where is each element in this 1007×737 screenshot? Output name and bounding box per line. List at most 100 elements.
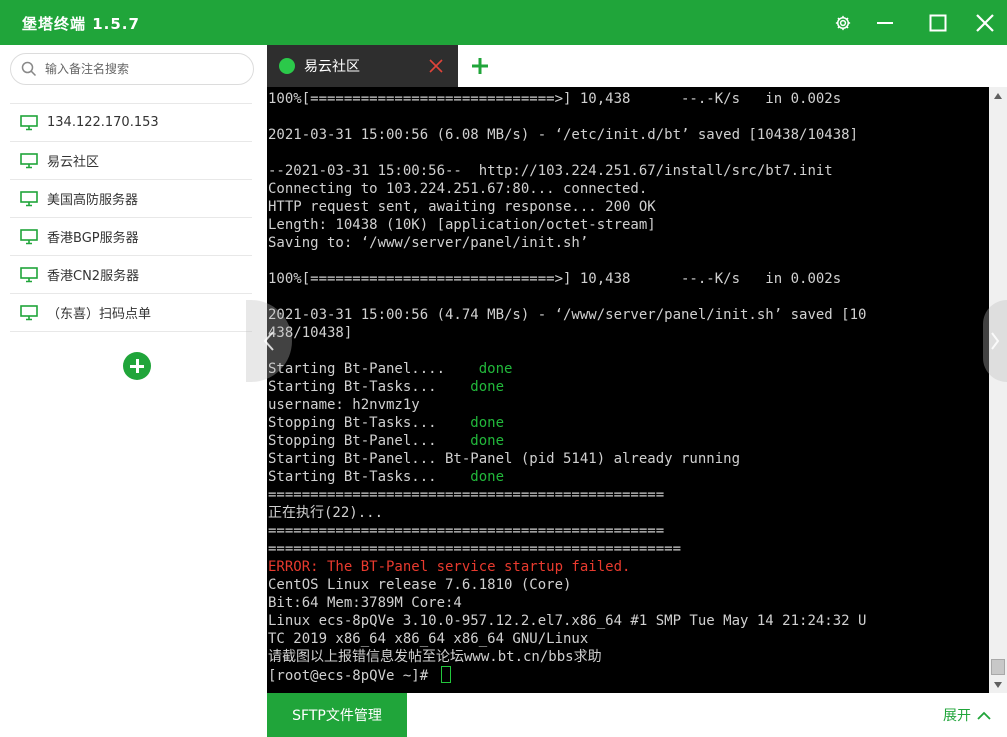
terminal-lines: 100%[=============================>] 10,… (268, 90, 866, 684)
terminal-text: ERROR: The BT-Panel service startup fail… (268, 559, 631, 575)
terminal-line: 2021-03-31 15:00:56 (4.74 MB/s) - ‘/www/… (268, 306, 866, 324)
terminal-line: --2021-03-31 15:00:56-- http://103.224.2… (268, 162, 866, 180)
terminal-text: Saving to: ‘/www/server/panel/init.sh’ (268, 235, 589, 251)
terminal-line: ERROR: The BT-Panel service startup fail… (268, 558, 866, 576)
terminal-text: Length: 10438 (10K) [application/octet-s… (268, 217, 656, 233)
terminal-text: ========================================… (268, 541, 682, 557)
connection-status-dot (279, 58, 295, 74)
server-item[interactable]: 香港CN2服务器 (10, 255, 252, 293)
chevron-up-icon (977, 711, 991, 720)
terminal-text: username: h2nvmz1y (268, 397, 420, 413)
terminal-line: Saving to: ‘/www/server/panel/init.sh’ (268, 234, 866, 252)
terminal-text: Connecting to 103.224.251.67:80... conne… (268, 181, 648, 197)
terminal-text: Starting Bt-Panel.... (268, 361, 479, 377)
terminal-line: username: h2nvmz1y (268, 396, 866, 414)
terminal-line: Starting Bt-Tasks... done (268, 378, 866, 396)
add-server-button[interactable] (123, 352, 151, 380)
monitor-icon (20, 152, 38, 168)
tab-session[interactable]: 易云社区 (267, 45, 458, 87)
terminal-text: 100%[=============================>] 10,… (268, 91, 842, 107)
maximize-icon (929, 14, 947, 31)
terminal-text: ========================================… (268, 523, 665, 539)
sidebar: 134.122.170.153 易云社区美国高防服务器香港BGP服务器香港CN2服… (0, 45, 267, 737)
terminal-line: TC 2019 x86_64 x86_64 x86_64 GNU/Linux (268, 630, 866, 648)
app-title: 堡塔终端 1.5.7 (22, 15, 140, 33)
terminal-text: Starting Bt-Tasks... (268, 379, 471, 395)
terminal-line: ========================================… (268, 522, 866, 540)
terminal-text: 正在执行(22)... (268, 505, 384, 521)
terminal-text: --2021-03-31 15:00:56-- http://103.224.2… (268, 163, 833, 179)
tab-close-icon[interactable] (429, 59, 443, 73)
terminal-line: Stopping Bt-Tasks... done (268, 414, 866, 432)
terminal-text: ========================================… (268, 487, 665, 503)
terminal-line: ========================================… (268, 486, 866, 504)
terminal-text: HTTP request sent, awaiting response... … (268, 199, 656, 215)
close-window-button[interactable] (965, 0, 1005, 45)
terminal-text: CentOS Linux release 7.6.1810 (Core) (268, 577, 572, 593)
terminal-line: 2021-03-31 15:00:56 (6.08 MB/s) - ‘/etc/… (268, 126, 866, 144)
expand-button[interactable]: 展开 (943, 693, 991, 737)
settings-button[interactable] (823, 0, 863, 45)
maximize-button[interactable] (918, 0, 958, 45)
server-item[interactable]: 香港BGP服务器 (10, 217, 252, 255)
terminal-line: ========================================… (268, 540, 866, 558)
terminal-line: CentOS Linux release 7.6.1810 (Core) (268, 576, 866, 594)
title-bar: 堡塔终端 1.5.7 (0, 0, 1007, 45)
chevron-up-icon (994, 92, 1002, 99)
search-input[interactable] (43, 61, 237, 77)
server-item[interactable]: （东喜）扫码点单 (10, 293, 252, 332)
terminal-line: Bit:64 Mem:3789M Core:4 (268, 594, 866, 612)
server-item[interactable]: 134.122.170.153 (10, 103, 252, 141)
terminal-line: HTTP request sent, awaiting response... … (268, 198, 866, 216)
server-list: 134.122.170.153 易云社区美国高防服务器香港BGP服务器 香港CN2服… (10, 103, 252, 332)
terminal-text: done (470, 415, 505, 431)
terminal-line: Linux ecs-8pQVe 3.10.0-957.12.2.el7.x86_… (268, 612, 866, 630)
terminal-line: Stopping Bt-Panel... done (268, 432, 866, 450)
minimize-button[interactable] (865, 0, 905, 45)
terminal-line: 438/10438] (268, 324, 866, 342)
chevron-right-icon (991, 332, 1000, 350)
minimize-icon (877, 21, 893, 24)
server-item-label: （东喜）扫码点单 (47, 307, 152, 322)
server-item-label: 易云社区 (47, 155, 100, 170)
terminal-text: [root@ecs-8pQVe ~]# (268, 668, 437, 684)
terminal-line: 100%[=============================>] 10,… (268, 270, 866, 288)
terminal-text: Linux ecs-8pQVe 3.10.0-957.12.2.el7.x86_… (268, 613, 867, 629)
bottom-bar: SFTP文件管理 展开 (267, 693, 1007, 737)
chevron-down-icon (994, 681, 1002, 688)
terminal-text: Bit:64 Mem:3789M Core:4 (268, 595, 462, 611)
next-arrow-button[interactable] (983, 300, 1007, 382)
scroll-up-button[interactable] (989, 87, 1007, 104)
terminal-text: 2021-03-31 15:00:56 (4.74 MB/s) - ‘/www/… (268, 307, 867, 323)
terminal-text: Stopping Bt-Tasks... (268, 415, 471, 431)
server-item-label: 美国高防服务器 (47, 193, 139, 208)
terminal-line: 正在执行(22)... (268, 504, 866, 522)
server-item[interactable]: 美国高防服务器 (10, 179, 252, 217)
terminal-text: 2021-03-31 15:00:56 (6.08 MB/s) - ‘/etc/… (268, 127, 859, 143)
terminal-line: Starting Bt-Panel... Bt-Panel (pid 5141)… (268, 450, 866, 468)
server-item[interactable]: 易云社区 (10, 141, 252, 179)
new-tab-plus-icon[interactable] (470, 56, 490, 76)
terminal-text: Starting Bt-Panel... Bt-Panel (pid 5141)… (268, 451, 741, 467)
scroll-thumb[interactable] (991, 659, 1005, 675)
gear-icon (835, 15, 851, 30)
scroll-down-button[interactable] (989, 676, 1007, 693)
search-icon (21, 61, 37, 77)
terminal-output[interactable]: 100%[=============================>] 10,… (267, 87, 989, 693)
search-box (10, 53, 254, 85)
terminal-line: 100%[=============================>] 10,… (268, 90, 866, 108)
terminal-cursor (440, 666, 451, 683)
terminal-line: 请截图以上报错信息发帖至论坛www.bt.cn/bbs求助 (268, 648, 866, 666)
terminal-line: Length: 10438 (10K) [application/octet-s… (268, 216, 866, 234)
monitor-icon (20, 190, 38, 206)
terminal-text: 请截图以上报错信息发帖至论坛www.bt.cn/bbs求助 (268, 649, 602, 665)
server-item-label: 134.122.170.153 (47, 115, 159, 130)
terminal-scrollbar[interactable] (989, 87, 1007, 693)
expand-label: 展开 (943, 708, 971, 724)
tab-bar: 易云社区 (267, 45, 1007, 87)
monitor-icon (20, 228, 38, 244)
sftp-file-manager-button[interactable]: SFTP文件管理 (267, 693, 407, 737)
terminal-text: done (470, 469, 505, 485)
